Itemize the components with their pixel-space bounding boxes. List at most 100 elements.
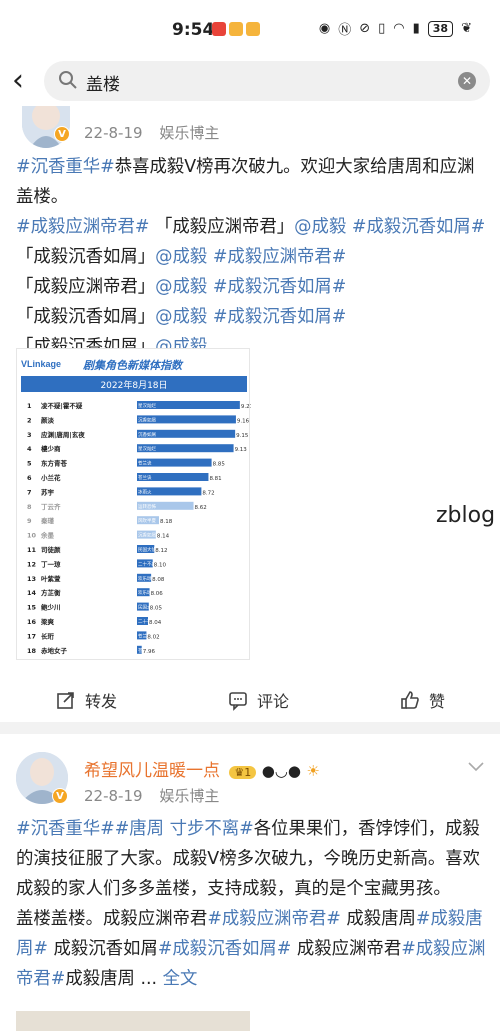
chart-title: 剧集角色新媒体指数: [83, 359, 184, 372]
chart-category-label: 鲍少川: [41, 603, 61, 612]
chevron-down-icon[interactable]: [468, 762, 484, 772]
chart-rank: 5: [27, 460, 32, 468]
hashtag-link[interactable]: #成毅沉香如屑#: [213, 307, 347, 327]
chart-value-label: 8.18: [160, 519, 173, 525]
search-query: 盖楼: [86, 75, 120, 95]
eye-icon: ◉: [318, 21, 331, 36]
chart-category-label: 梁爽: [40, 617, 55, 626]
chart-category-label: 凌不疑|霍不疑: [41, 401, 83, 411]
verified-badge-icon: V: [54, 126, 70, 142]
chart-drama-label: 苍兰诀: [138, 460, 152, 467]
chart-category-label: 丁一琼: [41, 559, 61, 568]
thumbs-up-icon: [401, 691, 419, 709]
search-input[interactable]: 盖楼 ✕: [44, 61, 490, 101]
search-header: ‹ 盖楼 ✕: [0, 58, 500, 106]
watermark: zblog: [436, 503, 496, 528]
post-actions: 转发 评论 赞: [0, 672, 500, 728]
post-source: 娱乐博主: [159, 787, 220, 805]
chart-category-label: 长珩: [41, 631, 55, 640]
vibrate-icon: ▯: [378, 21, 386, 36]
post-date: 22-8-19: [84, 124, 143, 142]
chart-logo: VLinkage: [21, 359, 61, 369]
chart-category-label: 叶紫萱: [41, 574, 61, 583]
username-text: 希望风儿温暖一点: [84, 761, 220, 781]
hashtag-link[interactable]: @成毅: [294, 217, 346, 237]
leaf-icon: ❦: [461, 21, 472, 36]
chart-rank: 11: [27, 546, 37, 554]
hashtag-link[interactable]: #成毅应渊帝君#: [16, 217, 150, 237]
mute-icon: ⊘: [359, 21, 371, 36]
chart-category-label: 东方青苍: [41, 459, 68, 468]
chart-drama-label: 沉香如屑: [138, 431, 156, 438]
chart-value-label: 9.16: [237, 418, 250, 424]
feed-divider: [0, 722, 500, 734]
chart-rank: 9: [27, 517, 32, 525]
chart-svg: VLinkage 剧集角色新媒体指数2022年8月18日1 凌不疑|霍不疑 星汉灿烂 9…: [21, 359, 253, 655]
post-text: 成毅唐周: [340, 909, 416, 929]
comment-label: 评论: [256, 692, 289, 711]
back-arrow-icon[interactable]: ‹: [12, 66, 34, 96]
wifi-icon: ◠: [393, 21, 405, 36]
chart-value-label: 9.15: [236, 433, 249, 439]
post-text: 成毅沉香如屑: [47, 939, 158, 959]
chart-rank: 15: [27, 604, 37, 612]
hashtag-link[interactable]: @成毅: [155, 277, 207, 297]
chart-rank: 13: [27, 575, 36, 583]
chart-value-label: 8.06: [151, 591, 164, 597]
app-notification-icon: [212, 22, 226, 36]
hashtag-link[interactable]: @成毅: [155, 247, 207, 267]
chart-rank: 10: [27, 532, 37, 540]
chart-category-label: 小兰花: [40, 473, 61, 482]
chart-value-label: 8.02: [147, 634, 159, 640]
weibo-notification-icon: [229, 22, 243, 36]
ranking-chart-image[interactable]: VLinkage 剧集角色新媒体指数 2022年8月18日 1 凌不疑|霍不疑 星汉灿烂 9…: [16, 348, 253, 660]
post-text: 「成毅沉香如屑」: [16, 307, 156, 327]
hashtag-link[interactable]: #成毅应渊帝君#: [207, 909, 341, 929]
chart-category-label: 颜淡: [41, 415, 55, 424]
nfc-icon: Ⓝ: [338, 23, 352, 38]
like-button[interactable]: 赞: [399, 688, 445, 712]
hashtag-link[interactable]: 全文: [163, 969, 198, 989]
repost-button[interactable]: 转发: [55, 688, 117, 712]
vip-level: 1: [244, 766, 252, 779]
hashtag-link[interactable]: @成毅: [155, 307, 207, 327]
chart-value-label: 8.81: [209, 476, 221, 482]
hashtag-link[interactable]: #成毅沉香如屑#: [352, 217, 486, 237]
post-text: 「成毅应渊帝君」: [149, 217, 295, 237]
comment-icon: [229, 692, 247, 711]
chart-category-label: 赤地女子: [41, 646, 68, 655]
repost-icon: [57, 692, 74, 709]
post-source: 娱乐博主: [159, 124, 220, 142]
chart-value-label: 8.72: [202, 490, 214, 496]
username[interactable]: 希望风儿温暖一点 ♛1 ●◡● ☀: [84, 756, 320, 781]
chart-drama-label: 星汉灿烂: [138, 402, 156, 409]
chart-drama-label: 星汉灿烂: [138, 445, 156, 452]
post-meta: 22-8-19 娱乐博主: [84, 122, 231, 143]
chart-rank: 12: [27, 560, 36, 568]
hashtag-link[interactable]: #沉香重华##唐周 寸步不离#: [16, 819, 254, 839]
comment-button[interactable]: 评论: [227, 688, 289, 712]
hashtag-link[interactable]: #成毅沉香如屑#: [158, 939, 292, 959]
chart-drama-label: 沉香如屑: [138, 416, 156, 423]
status-bar: 9:54 ◉ Ⓝ ⊘ ▯ ◠ ▮ 38 ❦: [0, 0, 500, 58]
chart-drama-label: 冰雨火: [138, 488, 152, 495]
chart-category-label: 樓少商: [41, 444, 61, 453]
chart-value-label: 7.96: [143, 649, 156, 655]
chart-rank: 4: [27, 445, 32, 453]
signal-icon: ▮: [412, 21, 420, 36]
repost-label: 转发: [84, 692, 117, 711]
clear-search-icon[interactable]: ✕: [458, 72, 476, 90]
status-time: 9:54: [172, 20, 215, 40]
sun-icon: ☀: [306, 762, 320, 780]
chart-category-label: 方芷衡: [41, 588, 61, 597]
hashtag-link[interactable]: #成毅沉香如屑#: [213, 277, 347, 297]
post-text: 成毅唐周 ...: [65, 969, 163, 989]
hashtag-link[interactable]: #成毅应渊帝君#: [213, 247, 347, 267]
post-content: #沉香重华##唐周 寸步不离#各位果果们，香饽饽们，成毅的演技征服了大家。成毅V…: [16, 814, 486, 994]
post-image-thumbnail[interactable]: [16, 1011, 250, 1031]
chart-category-label: 应渊|唐周|玄夜: [41, 430, 85, 440]
hashtag-link[interactable]: #沉香重华#: [16, 157, 115, 177]
chart-rank: 18: [27, 647, 37, 655]
chart-rank: 16: [27, 618, 37, 626]
search-icon: [59, 71, 77, 89]
